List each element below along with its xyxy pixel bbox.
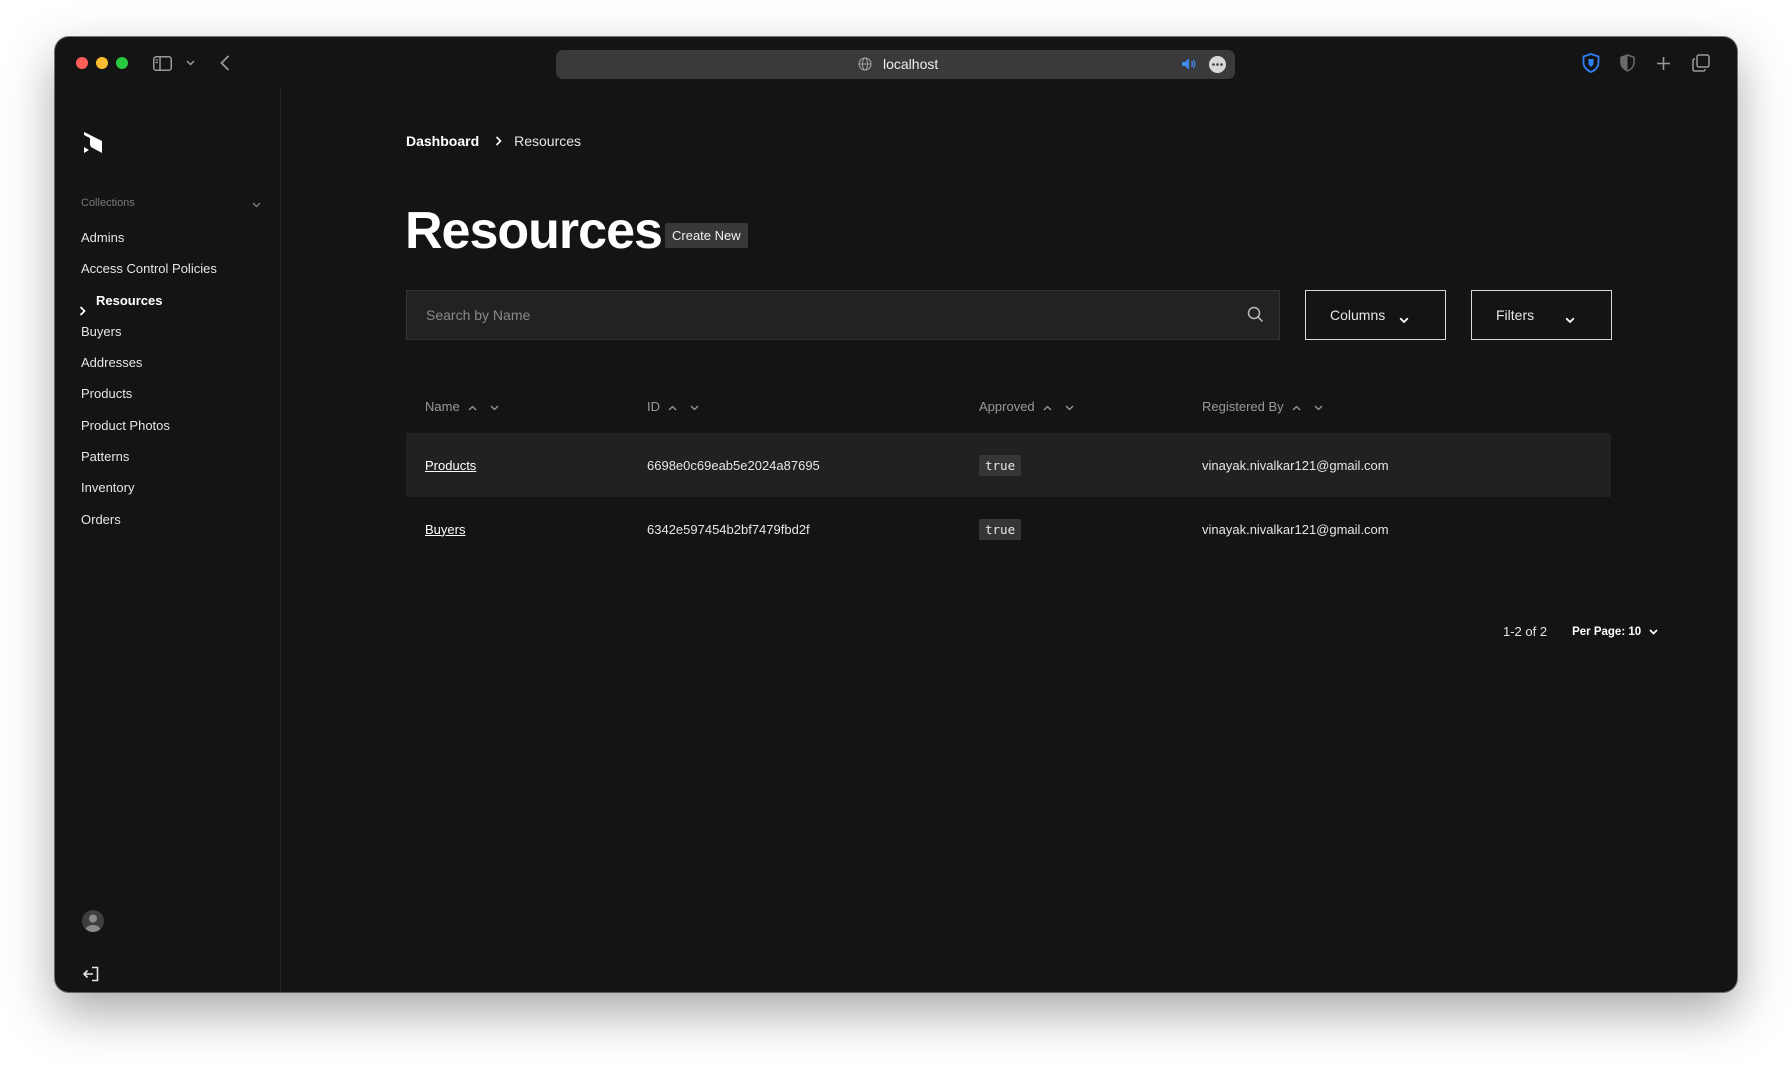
chevron-down-icon <box>1649 626 1658 638</box>
sort-ascending-icon[interactable] <box>1292 381 1301 433</box>
create-new-button[interactable]: Create New <box>665 223 748 248</box>
sidebar-item-products[interactable]: Products <box>81 378 271 409</box>
sidebar-item-label: Addresses <box>81 355 143 371</box>
columns-dropdown-button[interactable]: Columns <box>1305 290 1446 340</box>
sidebar-item-label: Inventory <box>81 480 135 496</box>
back-icon[interactable] <box>218 51 232 75</box>
sort-descending-icon[interactable] <box>1065 381 1074 433</box>
chevron-right-icon <box>495 136 502 146</box>
sidebar-item-label: Buyers <box>81 323 122 339</box>
more-options-icon[interactable] <box>1209 56 1226 73</box>
breadcrumb-current: Resources <box>514 133 582 149</box>
table-row: Products 6698e0c69eab5e2024a87695 true v… <box>406 433 1611 497</box>
cell-name: Buyers <box>425 497 465 561</box>
column-header-label: Registered By <box>1202 399 1284 414</box>
columns-label: Columns <box>1330 307 1386 323</box>
sort-ascending-icon[interactable] <box>1043 381 1052 433</box>
sidebar-item-addresses[interactable]: Addresses <box>81 347 271 378</box>
url-text: localhost <box>883 56 939 72</box>
table-row: Buyers 6342e597454b2bf7479fbd2f true vin… <box>406 497 1611 561</box>
sidebar: Collections Admins Access Control Polici… <box>55 89 281 992</box>
sidebar-item-patterns[interactable]: Patterns <box>81 441 271 472</box>
sidebar-item-label: Product Photos <box>81 417 170 433</box>
chevron-down-icon[interactable] <box>252 199 261 211</box>
tab-overview-icon[interactable] <box>1692 51 1710 75</box>
shield-icon[interactable] <box>1581 51 1601 75</box>
new-tab-icon[interactable] <box>1655 51 1671 75</box>
close-window-button[interactable] <box>76 57 88 69</box>
sidebar-item-label: Orders <box>81 511 121 527</box>
approved-badge: true <box>979 518 1022 540</box>
filters-label: Filters <box>1496 307 1535 323</box>
privacy-shield-icon[interactable] <box>1618 51 1636 75</box>
sidebar-item-resources[interactable]: Resources <box>79 285 271 316</box>
globe-icon <box>858 57 872 74</box>
collections-header[interactable]: Collections <box>81 197 261 209</box>
user-avatar-icon[interactable] <box>82 910 104 932</box>
search-input[interactable] <box>407 307 1227 323</box>
search-icon[interactable] <box>1247 306 1264 328</box>
sidebar-item-label: Access Control Policies <box>81 261 217 277</box>
sidebar-toggle-icon[interactable] <box>152 51 172 75</box>
browser-window: localhost Collections Admins Access Cont… <box>55 37 1737 992</box>
cell-registered-by: vinayak.nivalkar121@gmail.com <box>1202 457 1389 473</box>
sort-ascending-icon[interactable] <box>668 381 677 433</box>
cell-name: Products <box>425 433 476 497</box>
chevron-down-icon <box>1565 311 1575 327</box>
per-page-dropdown[interactable]: Per Page: 10 <box>1572 626 1658 638</box>
pagination-range: 1-2 of 2 <box>1503 624 1548 639</box>
sidebar-item-orders[interactable]: Orders <box>81 504 271 535</box>
sort-descending-icon[interactable] <box>490 381 499 433</box>
pagination: 1-2 of 2 Per Page: 10 <box>1503 624 1658 639</box>
sidebar-item-label: Admins <box>81 230 125 245</box>
sort-descending-icon[interactable] <box>690 381 699 433</box>
cell-id: 6698e0c69eab5e2024a87695 <box>647 457 820 473</box>
sidebar-item-inventory[interactable]: Inventory <box>81 472 271 503</box>
sidebar-item-admins[interactable]: Admins <box>81 222 271 253</box>
breadcrumb-dashboard-link[interactable]: Dashboard <box>406 133 479 149</box>
column-header-label: ID <box>647 399 660 414</box>
sort-descending-icon[interactable] <box>1314 381 1323 433</box>
sidebar-item-label: Patterns <box>81 449 130 465</box>
page-title: Resources <box>405 202 663 260</box>
speaker-icon[interactable] <box>1181 57 1197 74</box>
filters-dropdown-button[interactable]: Filters <box>1471 290 1612 340</box>
sort-ascending-icon[interactable] <box>468 381 477 433</box>
collections-nav: Admins Access Control Policies Resources… <box>79 222 271 535</box>
column-header-label: Approved <box>979 399 1035 414</box>
maximize-window-button[interactable] <box>116 57 128 69</box>
search-bar <box>406 290 1280 340</box>
collections-label: Collections <box>81 197 135 209</box>
minimize-window-button[interactable] <box>96 57 108 69</box>
table-header: Name ID Approved Registered By <box>406 381 1611 433</box>
logout-icon[interactable] <box>82 965 100 988</box>
breadcrumb: Dashboard Resources <box>406 133 581 149</box>
sidebar-item-buyers[interactable]: Buyers <box>81 316 271 347</box>
per-page-label: Per Page: 10 <box>1572 625 1642 638</box>
cell-approved: true <box>979 433 1022 497</box>
column-header-id: ID <box>647 381 699 433</box>
row-link[interactable]: Buyers <box>425 522 465 537</box>
sidebar-item-label: Products <box>81 386 133 402</box>
cell-id: 6342e597454b2bf7479fbd2f <box>647 521 810 537</box>
address-bar[interactable]: localhost <box>556 50 1235 79</box>
browser-titlebar: localhost <box>55 37 1737 89</box>
sidebar-item-access-control-policies[interactable]: Access Control Policies <box>81 253 271 284</box>
main-content: Dashboard Resources Resources Create New… <box>281 89 1737 992</box>
approved-badge: true <box>979 454 1022 476</box>
chevron-down-icon[interactable] <box>184 51 196 75</box>
column-header-name: Name <box>425 381 499 433</box>
sidebar-item-product-photos[interactable]: Product Photos <box>81 410 271 441</box>
chevron-down-icon <box>1399 311 1409 327</box>
column-header-registered-by: Registered By <box>1202 381 1323 433</box>
column-header-approved: Approved <box>979 381 1074 433</box>
sidebar-item-label: Resources <box>96 292 163 308</box>
cell-approved: true <box>979 497 1022 561</box>
cell-registered-by: vinayak.nivalkar121@gmail.com <box>1202 521 1389 537</box>
logo-icon[interactable] <box>82 129 104 160</box>
resources-table: Name ID Approved Registered By Products … <box>406 381 1611 561</box>
column-header-label: Name <box>425 399 460 414</box>
row-link[interactable]: Products <box>425 458 476 473</box>
